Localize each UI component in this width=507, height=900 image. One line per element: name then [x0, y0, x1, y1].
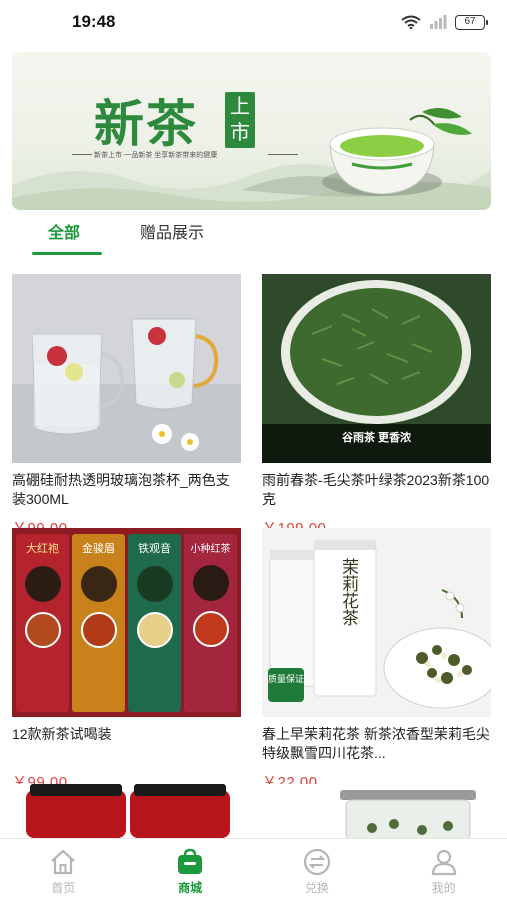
tabbar-item-profile[interactable]: 我的	[380, 839, 507, 900]
banner-seal: 上市	[225, 92, 255, 148]
tea-cup-illustration	[322, 108, 472, 196]
product-title: 高硼硅耐热透明玻璃泡茶杯_两色支装300ML	[12, 472, 230, 507]
tabbar-label: 我的	[431, 881, 456, 895]
bottom-tab-bar: 首页 商城 兑换 我的	[0, 838, 507, 900]
tabbar-item-shop[interactable]: 商城	[127, 839, 254, 900]
status-time: 19:48	[72, 12, 116, 31]
product-card[interactable]: 大红袍 金骏眉 铁观音 小种红茶 12款新茶试喝装 ￥99.00	[12, 528, 241, 792]
category-tabs: 全部 赠品展示	[0, 222, 507, 258]
status-bar: 19:48 67	[0, 0, 507, 44]
tea-box-dahongpao: 大红袍	[16, 534, 69, 712]
product-title: 春上早茉莉花茶 新茶浓香型茉莉毛尖特级飘雪四川花茶...	[262, 726, 490, 761]
status-icons: 67	[401, 14, 488, 30]
tin-label: 茉莉花茶	[338, 558, 358, 626]
signal-icon	[430, 15, 447, 29]
battery-icon: 67	[455, 14, 488, 30]
banner-subtitle: 新茶上市·一品新茶 坐享新茶带来的健康	[94, 152, 218, 159]
exchange-icon	[303, 848, 330, 876]
product-card[interactable]: 谷雨茶 更香浓 雨前春茶-毛尖茶叶绿茶2023新茶100克 ￥199.00	[262, 274, 491, 538]
tea-box-tieguanyin: 铁观音	[128, 534, 181, 712]
tea-box-jinjunmei: 金骏眉	[72, 534, 125, 712]
product-card[interactable]: 高硼硅耐热透明玻璃泡茶杯_两色支装300ML ￥99.00	[12, 274, 241, 538]
tea-box-xiaozhong: 小种红茶	[184, 534, 237, 712]
product-card[interactable]: 茉莉花茶 质量保证 春上早茉莉花茶 新茶浓香型茉莉毛尖特级飘雪四川花茶... ￥…	[262, 528, 491, 792]
tabbar-label: 商城	[178, 881, 203, 895]
quality-badge: 质量保证	[268, 668, 304, 702]
product-title: 雨前春茶-毛尖茶叶绿茶2023新茶100克	[262, 472, 490, 507]
home-icon	[51, 849, 76, 875]
product-card[interactable]	[12, 784, 241, 838]
product-image[interactable]	[12, 784, 241, 838]
person-icon	[431, 849, 456, 876]
banner-divider	[268, 154, 298, 155]
banner-title: 新茶	[94, 94, 198, 153]
product-card[interactable]	[262, 784, 491, 838]
product-title: 12款新茶试喝装	[12, 726, 112, 742]
product-image[interactable]	[262, 784, 491, 838]
tabbar-item-home[interactable]: 首页	[0, 839, 127, 900]
image-caption: 谷雨茶 更香浓	[341, 432, 412, 444]
shop-bag-icon	[178, 848, 203, 874]
banner-divider	[72, 154, 92, 155]
tabbar-label: 首页	[51, 881, 76, 895]
tabbar-label: 兑换	[304, 881, 329, 895]
product-image[interactable]: 大红袍 金骏眉 铁观音 小种红茶	[12, 528, 241, 717]
product-image[interactable]: 谷雨茶 更香浓	[262, 274, 491, 463]
product-image[interactable]: 茉莉花茶 质量保证	[262, 528, 491, 717]
tabbar-item-exchange[interactable]: 兑换	[254, 839, 381, 900]
wifi-icon	[401, 15, 421, 29]
product-image[interactable]	[12, 274, 241, 463]
tab-gift-display[interactable]: 赠品展示	[140, 222, 204, 258]
promo-banner[interactable]: 新茶 上市 新茶上市·一品新茶 坐享新茶带来的健康	[12, 52, 491, 210]
tab-all[interactable]: 全部	[31, 222, 103, 258]
